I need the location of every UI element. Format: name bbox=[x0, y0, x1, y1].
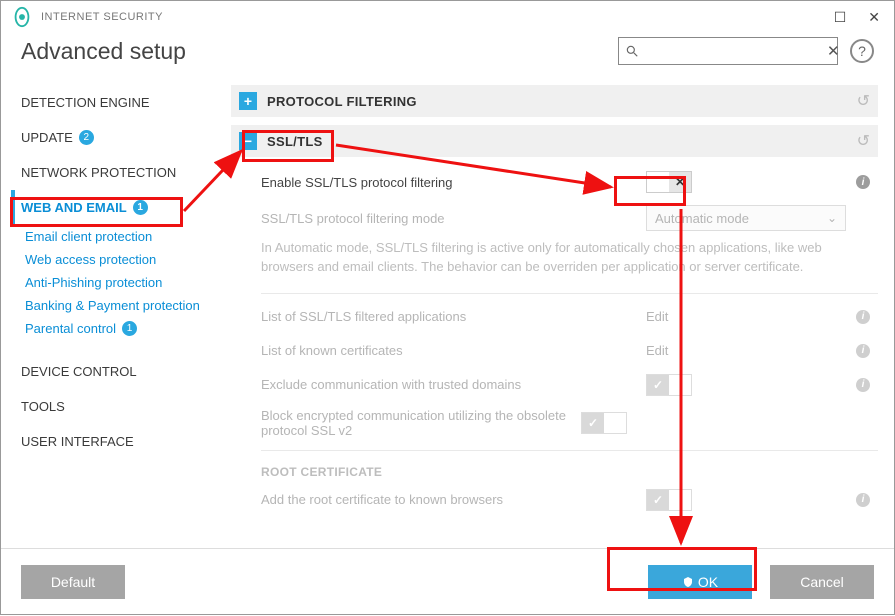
title-bar: INTERNET SECURITY ☐ ✕ bbox=[1, 1, 894, 33]
product-name: INTERNET SECURITY bbox=[41, 11, 163, 23]
sidebar-sub-label: Anti-Phishing protection bbox=[25, 275, 162, 290]
sidebar-item-detection-engine[interactable]: DETECTION ENGINE bbox=[11, 85, 231, 120]
toggle-knob: ✓ bbox=[647, 490, 669, 510]
x-icon: ✕ bbox=[675, 175, 685, 189]
window-controls: ☐ ✕ bbox=[830, 7, 884, 28]
check-icon: ✓ bbox=[588, 416, 598, 430]
expand-icon[interactable]: + bbox=[239, 92, 257, 110]
info-icon[interactable]: i bbox=[856, 378, 870, 392]
row-label: Add the root certificate to known browse… bbox=[261, 492, 646, 507]
sidebar-item-update[interactable]: UPDATE 2 bbox=[11, 120, 231, 155]
search-clear-icon[interactable]: ✕ bbox=[827, 42, 840, 60]
sidebar-sub-anti-phishing[interactable]: Anti-Phishing protection bbox=[11, 271, 231, 294]
default-button[interactable]: Default bbox=[21, 565, 125, 599]
section-protocol-filtering[interactable]: + PROTOCOL FILTERING ↺ bbox=[231, 85, 878, 117]
footer: Default OK Cancel bbox=[1, 548, 894, 614]
row-exclude-trusted: Exclude communication with trusted domai… bbox=[231, 368, 878, 402]
search-box[interactable]: ✕ bbox=[618, 37, 838, 65]
check-icon: ✓ bbox=[653, 378, 663, 392]
mode-description: In Automatic mode, SSL/TLS filtering is … bbox=[231, 237, 878, 287]
toggle-knob: ✕ bbox=[669, 172, 691, 192]
row-known-certs: List of known certificates Edit i bbox=[231, 334, 878, 368]
toggle-enable-ssl[interactable]: ✕ bbox=[646, 171, 692, 193]
sidebar-item-user-interface[interactable]: USER INTERFACE bbox=[11, 424, 231, 459]
sidebar-label: NETWORK PROTECTION bbox=[21, 165, 176, 180]
badge-icon: 1 bbox=[122, 321, 137, 336]
sidebar-sub-banking[interactable]: Banking & Payment protection bbox=[11, 294, 231, 317]
row-label: Exclude communication with trusted domai… bbox=[261, 377, 646, 392]
reset-icon[interactable]: ↺ bbox=[857, 131, 870, 151]
section-ssl-tls[interactable]: − SSL/TLS ↺ bbox=[231, 125, 878, 157]
info-icon[interactable]: i bbox=[856, 175, 870, 189]
sidebar-label: USER INTERFACE bbox=[21, 434, 134, 449]
sidebar-sub-label: Parental control bbox=[25, 321, 116, 336]
sub-header-root-cert: ROOT CERTIFICATE bbox=[231, 457, 878, 483]
row-label: Enable SSL/TLS protocol filtering bbox=[261, 175, 646, 190]
sidebar-item-device-control[interactable]: DEVICE CONTROL bbox=[11, 354, 231, 389]
toggle-knob: ✓ bbox=[647, 375, 669, 395]
sidebar-label: WEB AND EMAIL bbox=[21, 200, 127, 215]
sidebar-label: UPDATE bbox=[21, 130, 73, 145]
row-add-root-cert: Add the root certificate to known browse… bbox=[231, 483, 878, 517]
chevron-down-icon: ⌄ bbox=[827, 211, 837, 225]
sidebar-sub-label: Web access protection bbox=[25, 252, 156, 267]
badge-icon: 1 bbox=[133, 200, 148, 215]
help-button[interactable]: ? bbox=[850, 39, 874, 63]
sidebar-item-network-protection[interactable]: NETWORK PROTECTION bbox=[11, 155, 231, 190]
maximize-button[interactable]: ☐ bbox=[830, 7, 851, 28]
search-icon bbox=[625, 44, 639, 58]
sidebar-item-tools[interactable]: TOOLS bbox=[11, 389, 231, 424]
close-button[interactable]: ✕ bbox=[864, 7, 884, 28]
eset-logo bbox=[11, 6, 33, 28]
check-icon: ✓ bbox=[653, 493, 663, 507]
dropdown-value: Automatic mode bbox=[655, 211, 749, 226]
row-label: SSL/TLS protocol filtering mode bbox=[261, 211, 646, 226]
row-label: Block encrypted communication utilizing … bbox=[261, 408, 581, 438]
sidebar-sub-parental[interactable]: Parental control 1 bbox=[11, 317, 231, 340]
sidebar-label: DETECTION ENGINE bbox=[21, 95, 150, 110]
edit-link[interactable]: Edit bbox=[646, 343, 668, 358]
row-enable-ssl: Enable SSL/TLS protocol filtering ✕ i bbox=[231, 165, 878, 199]
toggle-add-root-cert: ✓ bbox=[646, 489, 692, 511]
sidebar-sub-label: Email client protection bbox=[25, 229, 152, 244]
row-filtered-apps: List of SSL/TLS filtered applications Ed… bbox=[231, 300, 878, 334]
section-title: SSL/TLS bbox=[267, 134, 323, 149]
toggle-knob: ✓ bbox=[582, 413, 604, 433]
ok-button[interactable]: OK bbox=[648, 565, 752, 599]
info-icon[interactable]: i bbox=[856, 344, 870, 358]
toggle-exclude-trusted: ✓ bbox=[646, 374, 692, 396]
sidebar-sub-label: Banking & Payment protection bbox=[25, 298, 200, 313]
row-label: List of known certificates bbox=[261, 343, 646, 358]
cancel-button[interactable]: Cancel bbox=[770, 565, 874, 599]
sidebar: DETECTION ENGINE UPDATE 2 NETWORK PROTECT… bbox=[1, 85, 231, 540]
sidebar-sub-email-client[interactable]: Email client protection bbox=[11, 225, 231, 248]
reset-icon[interactable]: ↺ bbox=[857, 91, 870, 111]
ok-label: OK bbox=[698, 574, 718, 590]
row-block-sslv2: Block encrypted communication utilizing … bbox=[231, 402, 878, 444]
edit-link[interactable]: Edit bbox=[646, 309, 668, 324]
sidebar-label: TOOLS bbox=[21, 399, 65, 414]
sidebar-item-web-and-email[interactable]: WEB AND EMAIL 1 bbox=[11, 190, 231, 225]
row-label: List of SSL/TLS filtered applications bbox=[261, 309, 646, 324]
badge-icon: 2 bbox=[79, 130, 94, 145]
search-input[interactable] bbox=[639, 44, 827, 59]
row-filtering-mode: SSL/TLS protocol filtering mode Automati… bbox=[231, 199, 878, 237]
collapse-icon[interactable]: − bbox=[239, 132, 257, 150]
section-title: PROTOCOL FILTERING bbox=[267, 94, 417, 109]
main-panel: + PROTOCOL FILTERING ↺ − SSL/TLS ↺ Enabl… bbox=[231, 85, 894, 540]
sidebar-label: DEVICE CONTROL bbox=[21, 364, 137, 379]
header: Advanced setup ✕ ? bbox=[1, 33, 894, 85]
toggle-block-sslv2: ✓ bbox=[581, 412, 627, 434]
sidebar-sub-web-access[interactable]: Web access protection bbox=[11, 248, 231, 271]
page-title: Advanced setup bbox=[21, 38, 186, 65]
dropdown-mode[interactable]: Automatic mode ⌄ bbox=[646, 205, 846, 231]
info-icon[interactable]: i bbox=[856, 310, 870, 324]
shield-icon bbox=[682, 576, 694, 588]
info-icon[interactable]: i bbox=[856, 493, 870, 507]
